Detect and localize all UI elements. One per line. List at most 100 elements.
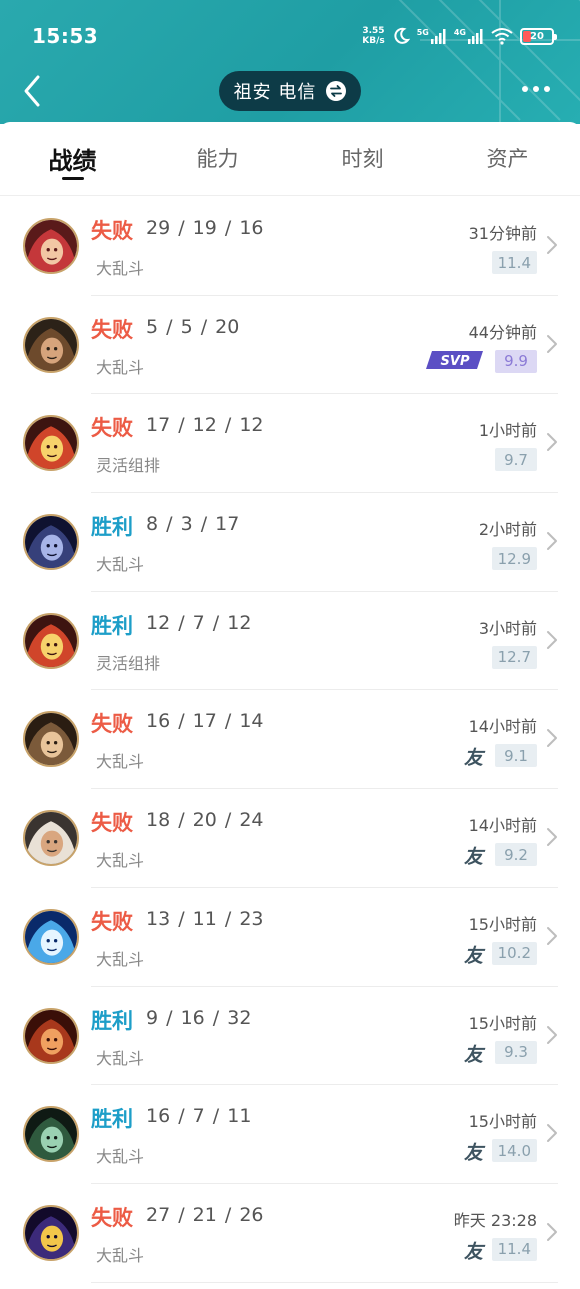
friend-badge: 友 (463, 1240, 483, 1263)
match-time: 15小时前 (468, 914, 537, 934)
match-row[interactable]: 胜利 12 / 7 / 12 灵活组排 3小时前 12.7 (0, 592, 580, 691)
signal-bars-icon (468, 29, 483, 44)
match-kda: 5 / 5 / 20 (146, 315, 240, 338)
back-button[interactable] (18, 72, 48, 110)
friend-badge: 友 (463, 1043, 483, 1066)
match-time: 14小时前 (468, 816, 537, 836)
tab-moments[interactable]: 时刻 (290, 122, 435, 194)
match-score: 14.0 (491, 1139, 537, 1163)
match-score: 12.7 (491, 645, 537, 669)
match-result: 失败 (91, 416, 133, 441)
champion-avatar (23, 316, 79, 373)
champion-avatar (23, 1106, 79, 1163)
tab-label: 时刻 (341, 147, 384, 171)
match-result: 失败 (91, 317, 133, 342)
chevron-right-icon (547, 433, 557, 452)
chevron-right-icon (547, 926, 557, 945)
signal-5g: 5G (417, 28, 447, 44)
signal-5g-label: 5G (416, 28, 429, 37)
match-time: 44分钟前 (468, 322, 537, 342)
match-kda: 13 / 11 / 23 (146, 907, 264, 930)
chevron-right-icon (547, 532, 557, 551)
match-score: 11.4 (491, 251, 537, 274)
battery-icon: 20 (520, 27, 557, 45)
match-result: 失败 (91, 712, 133, 737)
match-list: 失败 29 / 19 / 16 大乱斗 31分钟前 11.4 失败 5 / 5 … (0, 197, 580, 1283)
match-time: 1小时前 (478, 421, 537, 441)
match-time: 31分钟前 (468, 224, 537, 243)
match-score: 12.9 (491, 547, 537, 571)
match-result: 胜利 (91, 1107, 133, 1132)
friend-badge: 友 (463, 1142, 483, 1165)
tab-assets[interactable]: 资产 (435, 122, 580, 194)
match-result: 失败 (91, 219, 133, 243)
champion-red-hair-icon (25, 220, 77, 272)
champion-avatar (23, 612, 79, 669)
swap-icon (326, 81, 347, 101)
chevron-right-icon (547, 630, 557, 649)
match-mode: 大乱斗 (96, 555, 145, 575)
match-result: 失败 (91, 909, 133, 934)
tab-ability[interactable]: 能力 (145, 122, 290, 194)
signal-4g: 4G (454, 28, 484, 44)
match-kda: 17 / 12 / 12 (146, 414, 264, 437)
match-kda: 16 / 17 / 14 (146, 710, 264, 733)
net-speed: 3.55 KB/s (362, 26, 384, 46)
champion-grinning-man-icon (25, 713, 77, 766)
tab-record[interactable]: 战绩 (0, 122, 145, 194)
champion-avatar (23, 810, 79, 867)
more-button[interactable] (522, 86, 550, 92)
match-time: 15小时前 (468, 1112, 537, 1132)
match-row[interactable]: 胜利 8 / 3 / 17 大乱斗 2小时前 12.9 (0, 493, 580, 592)
champion-red-creature-icon (25, 417, 77, 470)
match-mode: 大乱斗 (96, 357, 145, 377)
match-mode: 大乱斗 (96, 752, 145, 772)
match-result: 失败 (91, 811, 133, 836)
match-row[interactable]: 失败 18 / 20 / 24 大乱斗 14小时前 友 9.2 (0, 789, 580, 888)
match-mode: 大乱斗 (96, 1048, 145, 1068)
match-result: 胜利 (91, 1008, 133, 1033)
chevron-right-icon (547, 729, 557, 748)
match-mode: 灵活组排 (96, 653, 161, 673)
match-time: 14小时前 (468, 717, 537, 737)
chevron-right-icon (547, 1025, 557, 1044)
match-score: 9.2 (495, 843, 537, 867)
champion-white-hood-icon (25, 812, 77, 865)
match-row[interactable]: 失败 5 / 5 / 20 大乱斗 44分钟前 SVP 9.9 (0, 296, 580, 395)
match-kda: 29 / 19 / 16 (146, 217, 264, 239)
match-mode: 大乱斗 (96, 259, 145, 278)
match-row[interactable]: 胜利 16 / 7 / 11 大乱斗 15小时前 友 14.0 (0, 1085, 580, 1184)
match-time: 15小时前 (468, 1013, 537, 1033)
match-row[interactable]: 失败 29 / 19 / 16 大乱斗 31分钟前 11.4 (0, 197, 580, 296)
champion-dark-blue-icon (25, 516, 77, 569)
chevron-left-icon (24, 75, 40, 107)
champion-avatar (23, 1007, 79, 1064)
svp-badge-icon: SVP (426, 350, 483, 369)
match-row[interactable]: 失败 16 / 17 / 14 大乱斗 14小时前 友 9.1 (0, 690, 580, 790)
match-kda: 16 / 7 / 11 (146, 1105, 252, 1128)
match-kda: 18 / 20 / 24 (146, 809, 264, 832)
row-divider (91, 1281, 558, 1283)
champion-avatar (23, 415, 79, 472)
match-time: 2小时前 (478, 520, 537, 540)
match-row[interactable]: 失败 27 / 21 / 26 大乱斗 昨天 23:28 友 11.4 (0, 1184, 580, 1283)
match-result: 失败 (91, 1205, 133, 1230)
tab-label: 能力 (196, 147, 239, 171)
tab-underline (61, 177, 84, 180)
champion-brown-hair-icon (25, 318, 77, 371)
match-time: 昨天 23:28 (453, 1210, 537, 1230)
friend-badge: 友 (463, 747, 483, 770)
match-row[interactable]: 胜利 9 / 16 / 32 大乱斗 15小时前 友 9.3 (0, 987, 580, 1086)
server-switcher[interactable]: 祖安 电信 (219, 71, 361, 111)
champion-fire-face-icon (25, 1009, 77, 1062)
chevron-right-icon (547, 236, 557, 254)
tab-label: 资产 (486, 147, 529, 171)
champion-avatar (23, 1204, 79, 1261)
match-mode: 大乱斗 (96, 1147, 145, 1167)
svp-badge-text: SVP (441, 354, 470, 369)
match-row[interactable]: 失败 17 / 12 / 12 灵活组排 1小时前 9.7 (0, 394, 580, 494)
match-row[interactable]: 失败 13 / 11 / 23 大乱斗 15小时前 友 10.2 (0, 888, 580, 987)
champion-avatar (23, 218, 79, 274)
chevron-right-icon (547, 1222, 557, 1241)
champion-avatar (23, 711, 79, 768)
